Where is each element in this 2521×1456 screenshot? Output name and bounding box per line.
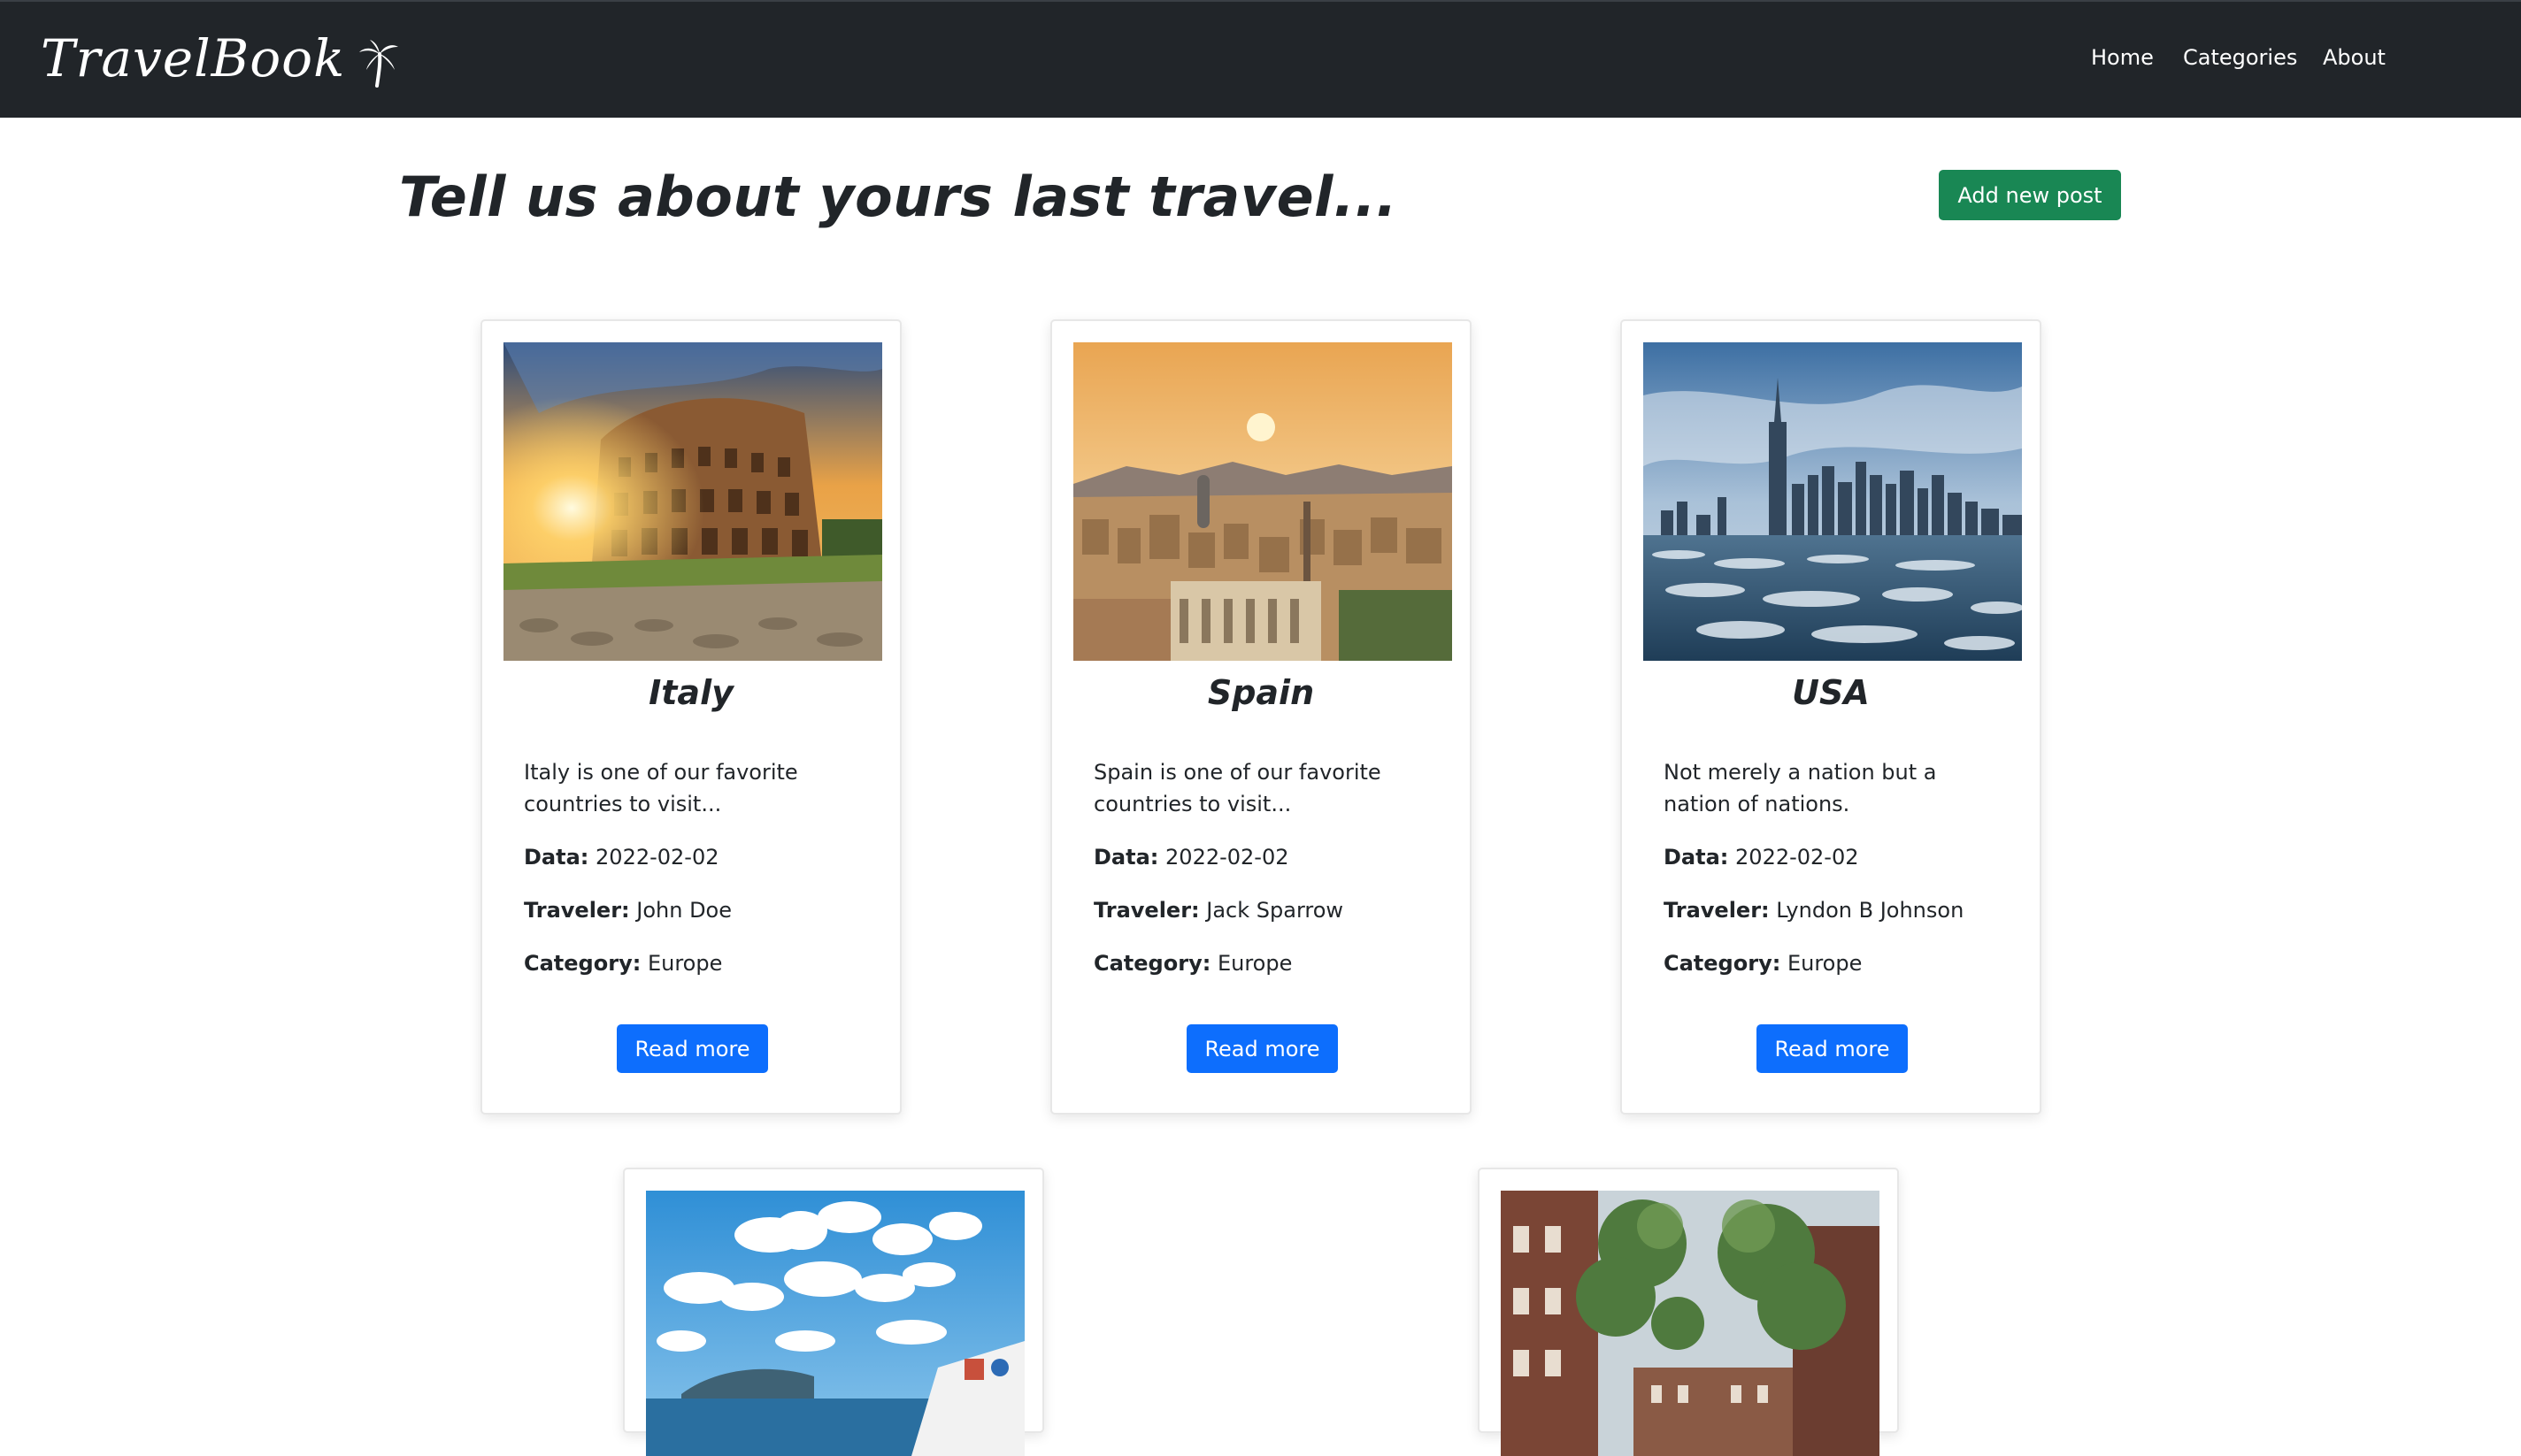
post-image-amsterdam <box>1501 1191 1879 1456</box>
traveler-value: Lyndon B Johnson <box>1776 898 1964 923</box>
category-value: Europe <box>1217 951 1293 976</box>
read-more-button[interactable]: Read more <box>1187 1024 1338 1073</box>
post-image-santorini <box>646 1191 1025 1456</box>
post-category: Category: Europe <box>524 951 722 976</box>
post-description: Spain is one of our favorite countries t… <box>1094 760 1381 816</box>
navbar: TravelBook Home Categories About <box>0 0 2521 118</box>
post-card-spain: Spain Spain is one of our favorite count… <box>1050 319 1472 1115</box>
date-label: Data: <box>1664 845 1729 870</box>
nav-home[interactable]: Home <box>2091 45 2154 70</box>
post-title: USA <box>1792 673 1870 712</box>
category-label: Category: <box>1664 951 1781 976</box>
brand-logo[interactable]: TravelBook <box>41 23 400 94</box>
nav-about[interactable]: About <box>2323 45 2386 70</box>
post-title: Spain <box>1207 673 1315 712</box>
add-new-post-button[interactable]: Add new post <box>1939 170 2121 220</box>
category-label: Category: <box>1094 951 1211 976</box>
post-category: Category: Europe <box>1664 951 1862 976</box>
date-value: 2022-02-02 <box>1735 845 1859 870</box>
traveler-label: Traveler: <box>524 898 630 923</box>
traveler-label: Traveler: <box>1664 898 1770 923</box>
page-title: Tell us about yours last travel... <box>399 165 1398 229</box>
traveler-value: Jack Sparrow <box>1206 898 1344 923</box>
date-value: 2022-02-02 <box>596 845 719 870</box>
category-label: Category: <box>524 951 642 976</box>
post-image-new-york <box>1643 342 2022 661</box>
post-card-amsterdam <box>1478 1168 1899 1456</box>
category-value: Europe <box>647 951 723 976</box>
date-value: 2022-02-02 <box>1165 845 1289 870</box>
post-description: Not merely a nation but a nation of nati… <box>1664 760 1937 816</box>
post-card-santorini <box>623 1168 1044 1456</box>
post-category: Category: Europe <box>1094 951 1292 976</box>
traveler-value: John Doe <box>636 898 733 923</box>
post-traveler: Traveler: John Doe <box>524 898 732 923</box>
brand-name: TravelBook <box>41 28 346 88</box>
traveler-label: Traveler: <box>1094 898 1200 923</box>
read-more-button[interactable]: Read more <box>617 1024 768 1073</box>
palm-tree-icon <box>359 40 399 88</box>
post-image-barcelona <box>1073 342 1452 661</box>
post-card-italy: Italy Italy is one of our favorite count… <box>480 319 902 1115</box>
date-label: Data: <box>524 845 589 870</box>
date-label: Data: <box>1094 845 1159 870</box>
post-date: Data: 2022-02-02 <box>1664 845 1859 870</box>
post-traveler: Traveler: Lyndon B Johnson <box>1664 898 1964 923</box>
post-description: Italy is one of our favorite countries t… <box>524 760 798 816</box>
post-card-usa: USA Not merely a nation but a nation of … <box>1620 319 2041 1115</box>
post-image-colosseum <box>503 342 882 661</box>
read-more-button[interactable]: Read more <box>1756 1024 1908 1073</box>
post-title: Italy <box>649 673 734 712</box>
post-traveler: Traveler: Jack Sparrow <box>1094 898 1343 923</box>
nav-categories[interactable]: Categories <box>2183 45 2297 70</box>
post-date: Data: 2022-02-02 <box>524 845 719 870</box>
post-date: Data: 2022-02-02 <box>1094 845 1289 870</box>
category-value: Europe <box>1787 951 1863 976</box>
